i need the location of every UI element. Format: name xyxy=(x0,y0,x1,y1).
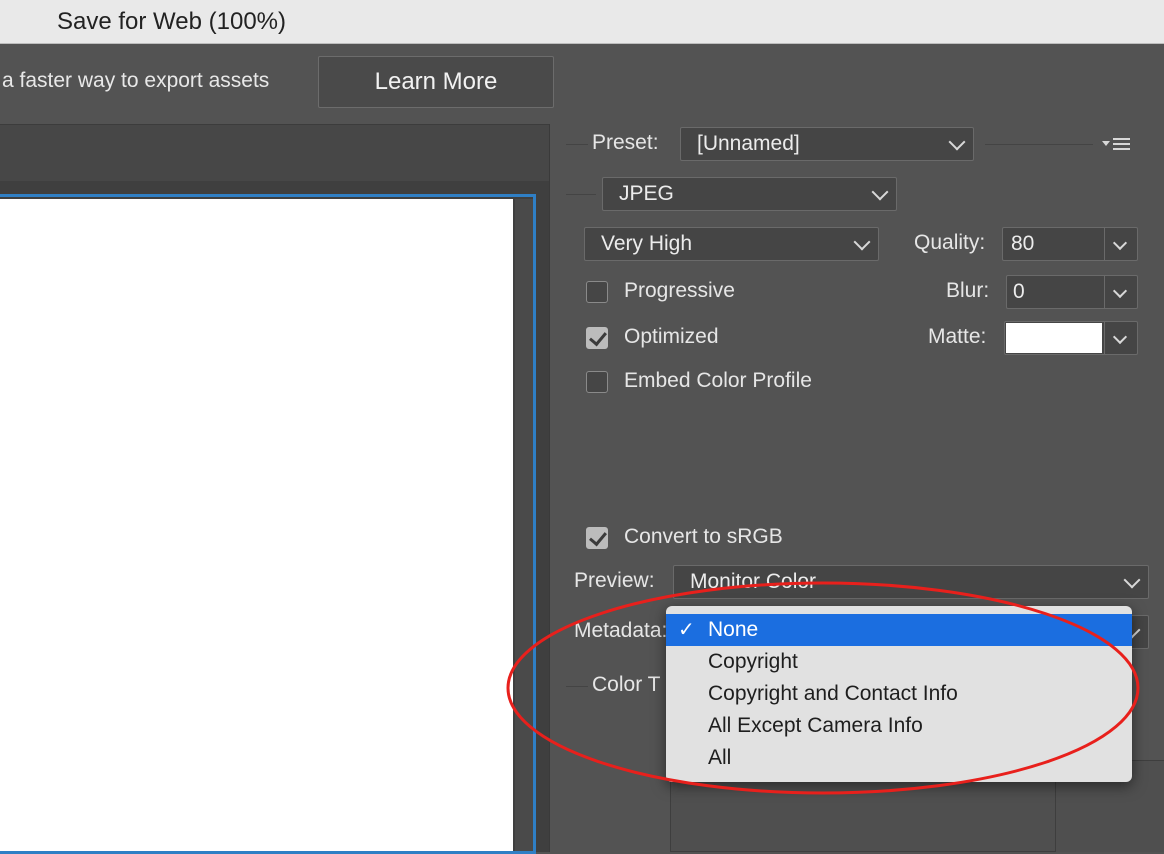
menu-item-none[interactable]: ✓ None xyxy=(666,614,1132,646)
menu-item-label: None xyxy=(708,618,759,641)
blur-label: Blur: xyxy=(946,279,990,302)
chevron-down-icon[interactable] xyxy=(1112,329,1128,345)
preset-value: [Unnamed] xyxy=(697,132,800,155)
window-title: Save for Web (100%) xyxy=(57,8,286,35)
divider xyxy=(566,686,588,687)
combo-separator xyxy=(1104,322,1105,354)
convert-srgb-label: Convert to sRGB xyxy=(624,525,783,548)
preview-label: Preview: xyxy=(574,569,655,592)
compression-quality-select[interactable]: Very High xyxy=(584,227,879,261)
compression-quality-value: Very High xyxy=(601,232,693,255)
combo-separator xyxy=(1104,276,1105,308)
menu-item-all[interactable]: All xyxy=(666,742,1132,774)
matte-label: Matte: xyxy=(928,325,987,348)
menu-item-copyright-contact[interactable]: Copyright and Contact Info xyxy=(666,678,1132,710)
divider xyxy=(566,144,588,145)
preview-value: Monitor Color xyxy=(690,570,817,593)
matte-color-swatch[interactable] xyxy=(1006,323,1102,353)
menu-item-copyright[interactable]: Copyright xyxy=(666,646,1132,678)
chevron-down-icon[interactable] xyxy=(1112,283,1128,299)
combo-separator xyxy=(1104,228,1105,260)
optimize-menu-icon[interactable] xyxy=(1101,136,1133,154)
optimized-checkbox[interactable] xyxy=(586,327,608,349)
quality-input[interactable]: 80 xyxy=(1002,227,1138,261)
chevron-down-icon xyxy=(1123,571,1141,589)
file-format-select[interactable]: JPEG xyxy=(602,177,897,211)
blur-input[interactable]: 0 xyxy=(1006,275,1138,309)
menu-item-label: Copyright xyxy=(708,650,798,673)
menu-item-label: Copyright and Contact Info xyxy=(708,682,958,705)
checkmark-icon: ✓ xyxy=(678,619,695,641)
embed-color-profile-checkbox[interactable] xyxy=(586,371,608,393)
embed-color-profile-label: Embed Color Profile xyxy=(624,369,812,392)
menu-item-all-except-camera[interactable]: All Except Camera Info xyxy=(666,710,1132,742)
banner-text: a faster way to export assets xyxy=(2,69,270,92)
learn-more-button[interactable]: Learn More xyxy=(318,56,554,108)
divider xyxy=(566,194,596,195)
preset-select[interactable]: [Unnamed] xyxy=(680,127,974,161)
progressive-checkbox[interactable] xyxy=(586,281,608,303)
chevron-down-icon xyxy=(871,183,889,201)
checkmark-icon xyxy=(589,527,607,547)
canvas-tab-bar xyxy=(0,124,549,181)
metadata-label: Metadata: xyxy=(574,619,668,642)
preview-selection-border xyxy=(0,194,536,854)
checkmark-icon xyxy=(589,327,607,347)
preset-label: Preset: xyxy=(592,131,659,154)
matte-select[interactable] xyxy=(1004,321,1138,355)
file-format-value: JPEG xyxy=(619,182,674,205)
chevron-down-icon xyxy=(853,233,871,251)
blur-value: 0 xyxy=(1013,280,1025,303)
divider xyxy=(985,144,1093,145)
color-table-label: Color T xyxy=(592,673,661,696)
preview-select[interactable]: Monitor Color xyxy=(673,565,1149,599)
menu-item-label: All xyxy=(708,746,732,769)
metadata-dropdown-menu: ✓ None Copyright Copyright and Contact I… xyxy=(666,606,1132,782)
quality-label: Quality: xyxy=(914,231,986,254)
quality-value: 80 xyxy=(1011,232,1035,255)
progressive-label: Progressive xyxy=(624,279,735,302)
optimized-label: Optimized xyxy=(624,325,719,348)
chevron-down-icon[interactable] xyxy=(1112,235,1128,251)
chevron-down-icon xyxy=(948,133,966,151)
menu-item-label: All Except Camera Info xyxy=(708,714,923,737)
convert-srgb-checkbox[interactable] xyxy=(586,527,608,549)
